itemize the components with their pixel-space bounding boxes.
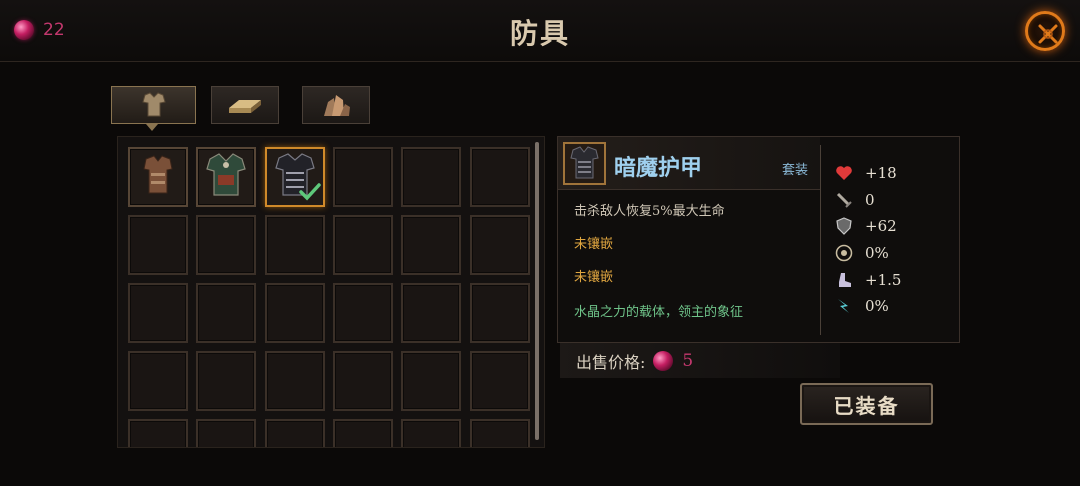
stat-speed: +1.5 bbox=[834, 270, 901, 290]
sell-price-value: 5 bbox=[682, 350, 694, 371]
inventory-slot-empty[interactable] bbox=[401, 419, 462, 447]
ingot-icon bbox=[229, 100, 261, 113]
stat-value: +62 bbox=[865, 217, 897, 235]
inventory-slot-empty[interactable] bbox=[469, 351, 530, 411]
sell-price-label: 出售价格: bbox=[576, 352, 646, 372]
armor-icon bbox=[141, 92, 166, 117]
inventory-slot-empty[interactable] bbox=[332, 147, 393, 207]
stat-value: 0% bbox=[865, 244, 889, 262]
top-bar: 22 防具 bbox=[0, 0, 1080, 62]
inventory-slot-empty[interactable] bbox=[469, 283, 530, 343]
boot-icon bbox=[834, 270, 854, 290]
heart-icon bbox=[834, 163, 854, 183]
inventory-slot-empty[interactable] bbox=[128, 419, 188, 447]
inventory-slot-empty[interactable] bbox=[332, 351, 393, 411]
stat-value: +1.5 bbox=[865, 271, 902, 289]
inventory-slot-empty[interactable] bbox=[264, 215, 325, 275]
inventory-slot-empty[interactable] bbox=[196, 419, 257, 447]
item-name: 暗魔护甲 bbox=[614, 155, 703, 181]
inventory-slot-empty[interactable] bbox=[264, 283, 325, 343]
page-title: 防具 bbox=[509, 17, 570, 50]
sword-icon bbox=[834, 190, 854, 210]
shield-icon bbox=[834, 216, 854, 236]
inventory-slot-empty[interactable] bbox=[332, 419, 393, 447]
detail-divider bbox=[820, 145, 821, 335]
tab-crystals[interactable] bbox=[302, 86, 370, 124]
inventory-slot-empty[interactable] bbox=[332, 215, 393, 275]
stat-attack: 0 bbox=[834, 190, 875, 210]
leather-armor-icon bbox=[134, 151, 182, 203]
inventory-slot-empty[interactable] bbox=[128, 215, 188, 275]
tab-materials[interactable] bbox=[211, 86, 279, 124]
socket-status-1: 未镶嵌 bbox=[574, 237, 614, 252]
inventory-slot-item[interactable] bbox=[128, 147, 188, 207]
inventory-grid bbox=[117, 136, 545, 448]
equipped-check-icon bbox=[298, 183, 321, 205]
item-thumbnail bbox=[563, 142, 606, 185]
inventory-slot-empty[interactable] bbox=[401, 147, 462, 207]
inventory-slot-empty[interactable] bbox=[469, 419, 530, 447]
set-link[interactable]: 套装 bbox=[782, 159, 808, 178]
stat-value: 0% bbox=[865, 297, 889, 315]
stat-crit: 0% bbox=[834, 243, 889, 263]
stat-defense: +62 bbox=[834, 216, 897, 236]
stat-health: +18 bbox=[834, 163, 897, 183]
dark-armor-icon bbox=[570, 146, 599, 179]
item-header: 暗魔护甲 套装 bbox=[558, 137, 820, 190]
inventory-slot-empty[interactable] bbox=[264, 419, 325, 447]
inventory-slot-empty[interactable] bbox=[469, 147, 530, 207]
inventory-slot-empty[interactable] bbox=[196, 283, 257, 343]
crystal-gem-icon bbox=[653, 350, 674, 371]
inventory-slot-empty[interactable] bbox=[401, 351, 462, 411]
crystal-icon bbox=[324, 95, 350, 116]
scrollbar-thumb[interactable] bbox=[535, 142, 539, 440]
inventory-slot-empty[interactable] bbox=[196, 351, 257, 411]
stat-value: +18 bbox=[865, 164, 897, 182]
stat-value: 0 bbox=[865, 191, 875, 209]
inventory-slot-empty[interactable] bbox=[128, 351, 188, 411]
inventory-slot-empty[interactable] bbox=[401, 215, 462, 275]
stat-lifesteal: 0% bbox=[834, 296, 889, 316]
item-detail-panel: 暗魔护甲 套装 击杀敌人恢复5%最大生命 未镶嵌 未镶嵌 水晶之力的载体，领主的… bbox=[557, 136, 960, 343]
inventory-slot-item[interactable] bbox=[264, 147, 325, 207]
tab-armor[interactable] bbox=[111, 86, 196, 124]
inventory-slot-empty[interactable] bbox=[128, 283, 188, 343]
sell-price-bar: 出售价格: 5 bbox=[560, 343, 840, 378]
crit-icon bbox=[834, 243, 854, 263]
inventory-slot-empty[interactable] bbox=[264, 351, 325, 411]
inventory-slot-item[interactable] bbox=[196, 147, 257, 207]
inventory-slot-empty[interactable] bbox=[469, 215, 530, 275]
lifesteal-icon bbox=[834, 296, 854, 316]
item-effect: 击杀敌人恢复5%最大生命 bbox=[574, 204, 725, 219]
item-flavor-text: 水晶之力的载体，领主的象征 bbox=[574, 305, 744, 320]
socket-status-2: 未镶嵌 bbox=[574, 270, 614, 285]
scaled-armor-icon bbox=[200, 149, 252, 205]
close-icon bbox=[1038, 24, 1058, 44]
close-button[interactable] bbox=[1025, 11, 1065, 51]
inventory-slot-empty[interactable] bbox=[401, 283, 462, 343]
active-tab-indicator bbox=[146, 124, 158, 131]
inventory-slot-empty[interactable] bbox=[196, 215, 257, 275]
equipped-button[interactable]: 已装备 bbox=[800, 383, 933, 425]
inventory-slot-empty[interactable] bbox=[332, 283, 393, 343]
